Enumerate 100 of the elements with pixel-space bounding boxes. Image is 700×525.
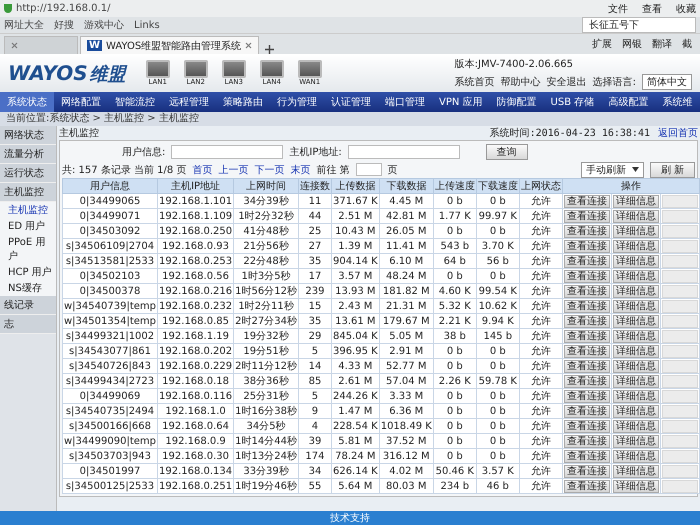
toolbar-extension[interactable]: 扩展 [588,37,616,51]
sidebar-item[interactable]: 志 [0,315,56,334]
refresh-mode-select[interactable]: 手动刷新 [580,162,644,178]
table-cell: 0 b [433,268,476,284]
nav-tab[interactable]: 行为管理 [270,92,324,112]
nav-tab[interactable]: 策略路由 [216,92,270,112]
row-action-button[interactable]: 查看连接 [564,374,610,388]
row-action-button[interactable]: 查看连接 [564,360,610,372]
pager-link[interactable]: 末页 [290,162,310,176]
table-cell: 5.32 K [433,298,476,314]
sidebar-item[interactable]: 流量分析 [0,145,56,164]
row-action-button[interactable]: 查看连接 [564,450,610,462]
nav-tab[interactable]: 智能流控 [108,92,162,112]
table-cell: 0 b [433,448,476,464]
table-cell: 192.168.0.18 [157,374,234,388]
pager-link[interactable]: 首页 [192,162,212,176]
row-action-button[interactable]: 查看连接 [564,420,610,432]
table-cell: 0 b [476,404,520,418]
table-cell: 38 b [433,328,476,344]
page-unit: 页 [388,164,398,176]
table-cell: s|34513581|2533 [62,254,158,268]
table-cell: 192.168.0.93 [157,238,234,254]
row-action-button[interactable]: 查看连接 [564,390,610,402]
search-field[interactable]: 长征五号下 [582,17,696,33]
header-link[interactable]: 系统首页 [454,74,495,88]
row-action-button[interactable]: 查看连接 [564,344,610,358]
sidebar-subitem[interactable]: HCP 用户 [0,264,56,280]
nav-tab[interactable]: 端口管理 [378,92,432,112]
sidebar-subitem[interactable]: ED 用户 [0,218,56,234]
row-action-button[interactable]: 查看连接 [564,284,610,298]
user-info-field[interactable] [171,145,284,159]
menu-item[interactable]: 文件 [608,2,628,16]
row-action-button[interactable]: 查看连接 [564,480,610,492]
table-cell: 1.47 M [331,404,380,418]
table-cell: 允许 [519,358,562,374]
toolbar-extension[interactable]: 翻译 [648,37,676,51]
row-action-button[interactable]: 查看连接 [564,240,610,252]
row-action-button[interactable]: 查看连接 [564,314,610,328]
language-select[interactable]: 简体中文 [642,74,692,90]
close-icon[interactable] [11,42,18,49]
table-cell: 192.168.0.64 [157,418,234,434]
query-button[interactable]: 查询 [486,144,528,160]
row-action-button[interactable]: 查看连接 [564,404,610,418]
row-action-button[interactable]: 查看连接 [564,330,610,342]
browser-tab[interactable]: W WAYOS维盟智能路由管理系统 [80,36,260,54]
table-cell: 9.94 K [476,314,520,328]
header-link[interactable]: 安全退出 [546,74,587,88]
table-cell: 0 b [476,344,520,358]
bookmark-link[interactable]: 网址大全 [4,18,44,32]
nav-tab[interactable]: USB 存储 [544,92,602,112]
address-bar[interactable]: http://192.168.0.1/ [16,3,604,14]
nav-tab[interactable]: 高级配置 [601,92,656,112]
close-icon[interactable] [245,42,252,49]
row-action-button[interactable]: 查看连接 [564,270,610,282]
page-number-field[interactable] [356,163,382,176]
sidebar-item[interactable]: 线记录 [0,296,56,315]
nav-tab[interactable]: 远程管理 [162,92,216,112]
row-action-button[interactable]: 查看连接 [564,194,610,208]
menu-item[interactable]: 收藏 [676,2,696,16]
refresh-button[interactable]: 刷 新 [650,162,695,178]
sidebar-subitem[interactable]: PPoE 用户 [0,234,56,264]
sidebar-item[interactable]: 主机监控 [0,183,56,202]
table-cell: 192.168.0.9 [157,434,234,448]
system-time: 系统时间:2016-04-23 16:38:41 [490,126,650,140]
row-action-button[interactable]: 查看连接 [564,224,610,238]
row-action-button[interactable]: 查看连接 [564,434,610,448]
sidebar-item[interactable]: 运行状态 [0,164,56,183]
table-cell: 0 b [433,194,476,208]
nav-tab[interactable]: 系统维 [655,92,700,112]
sidebar-item[interactable]: 网络状态 [0,126,56,145]
home-link[interactable]: 返回首页 [658,126,698,140]
pager-link[interactable]: 上一页 [218,162,248,176]
pager-link[interactable]: 下一页 [254,162,284,176]
row-action-button[interactable]: 查看连接 [564,210,610,222]
table-cell: 0|34499069 [62,388,158,404]
nav-tab[interactable]: VPN 应用 [432,92,490,112]
ip-address-field[interactable] [348,145,460,159]
sidebar-subitem[interactable]: 主机监控 [0,202,56,218]
nav-tab[interactable]: 网络配置 [54,92,108,112]
bookmark-link[interactable]: 游戏中心 [84,18,124,32]
toolbar-extension[interactable]: 截 [678,37,696,51]
menu-item[interactable]: 查看 [642,2,662,16]
table-cell: 17 [298,268,332,284]
table-cell: 316.12 M [379,448,434,464]
nav-tab[interactable]: 防御配置 [490,92,544,112]
row-action-button[interactable]: 查看连接 [564,254,610,268]
bookmark-link[interactable]: 好搜 [54,18,74,32]
table-cell: 42.81 M [379,208,434,224]
browser-tab[interactable] [4,36,78,54]
table-cell: 34 [298,464,332,478]
sidebar-subitem[interactable]: NS缓存 [0,280,56,296]
header-link[interactable]: 帮助中心 [500,74,541,88]
version-text: 版本:JMV-7400-2.06.665 [454,58,574,70]
bookmark-link[interactable]: Links [134,20,160,30]
table-cell: 允许 [519,374,562,388]
nav-tab[interactable]: 认证管理 [324,92,378,112]
row-action-button[interactable]: 查看连接 [564,300,610,312]
nav-tab[interactable]: 系统状态 [0,92,54,112]
row-action-button[interactable]: 查看连接 [564,464,610,478]
toolbar-extension[interactable]: 网银 [618,37,646,51]
